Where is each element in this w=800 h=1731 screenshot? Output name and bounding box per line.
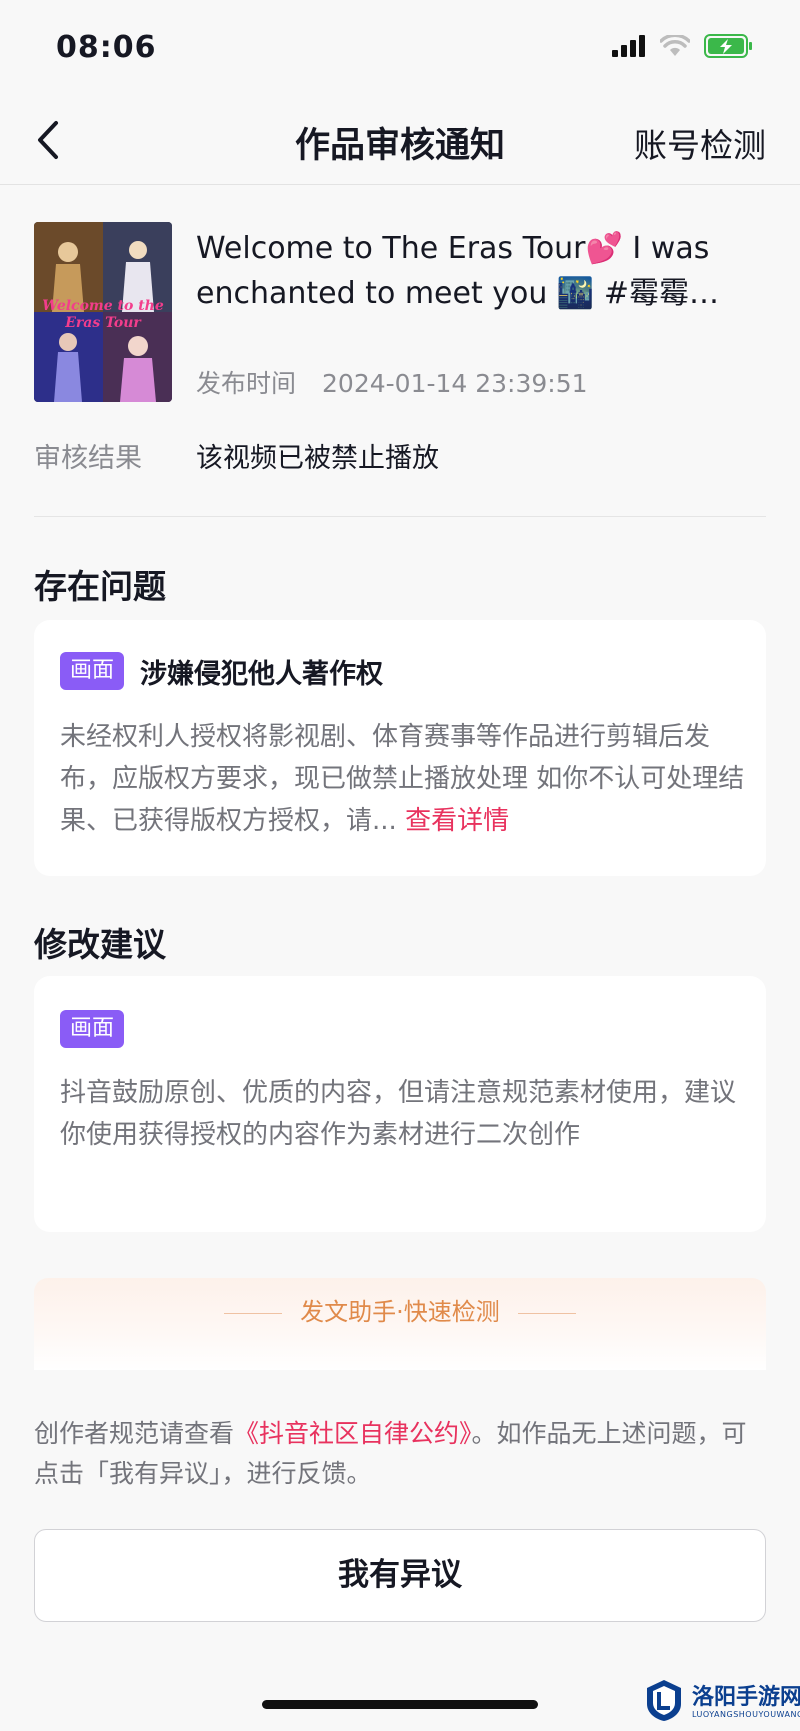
publish-label: 发布时间 (196, 369, 297, 398)
issues-section-title: 存在问题 (34, 567, 166, 606)
objection-button[interactable]: 我有异议 (34, 1529, 766, 1622)
account-check-button[interactable]: 账号检测 (634, 119, 766, 167)
review-result-value: 该视频已被禁止播放 (196, 443, 439, 474)
publish-assistant-card[interactable]: 发文助手·快速检测 (34, 1278, 766, 1370)
thumbnail-caption: Welcome to the Eras Tour (42, 298, 164, 331)
status-time: 08:06 (56, 30, 157, 65)
battery-charging-icon (704, 33, 754, 62)
watermark-sub: LUOYANGSHOUYOUWANG (692, 1709, 800, 1719)
suggestion-card: 画面 抖音鼓励原创、优质的内容，但请注意规范素材使用，建议你使用获得授权的内容作… (34, 976, 766, 1232)
view-details-link[interactable]: 查看详情 (405, 806, 509, 836)
publish-info: 发布时间 2024-01-14 23:39:51 (196, 364, 588, 400)
creator-guidelines-note: 创作者规范请查看《抖音社区自律公约》。如作品无上述问题，可点击「我有异议」，进行… (34, 1419, 747, 1488)
nav-bar: 作品审核通知 账号检测 (0, 95, 800, 185)
signal-icon (612, 34, 646, 61)
publish-assistant-title[interactable]: 发文助手·快速检测 (34, 1292, 766, 1327)
wifi-icon (659, 33, 691, 61)
issue-description: 未经权利人授权将影视剧、体育赛事等作品进行剪辑后发布，应版权方要求，现已做禁止播… (60, 722, 745, 836)
suggestion-tag: 画面 (60, 1010, 125, 1048)
review-result-label: 审核结果 (34, 443, 142, 474)
review-result: 审核结果 该视频已被禁止播放 (34, 436, 439, 475)
video-thumbnail[interactable]: Welcome to the Eras Tour (34, 222, 172, 402)
watermark-logo-icon (644, 1678, 684, 1726)
video-info: Welcome to the Eras Tour Welcome to The … (34, 222, 766, 404)
watermark-name: 洛阳手游网 (692, 1684, 800, 1710)
status-bar: 08:06 (0, 0, 800, 95)
status-icons (612, 33, 754, 62)
issue-title: 涉嫌侵犯他人著作权 (140, 659, 383, 690)
home-indicator (262, 1700, 538, 1709)
publish-time: 2024-01-14 23:39:51 (322, 369, 588, 398)
divider (34, 516, 766, 517)
suggestion-description: 抖音鼓励原创、优质的内容，但请注意规范素材使用，建议你使用获得授权的内容作为素材… (60, 1078, 737, 1150)
issue-tag: 画面 (60, 652, 125, 690)
suggestions-section-title: 修改建议 (34, 925, 166, 964)
video-title[interactable]: Welcome to The Eras Tour💕 I was enchante… (196, 226, 766, 316)
issue-card: 画面 涉嫌侵犯他人著作权 未经权利人授权将影视剧、体育赛事等作品进行剪辑后发布，… (34, 620, 766, 876)
community-convention-link[interactable]: 《抖音社区自律公约》 (234, 1419, 472, 1448)
site-watermark: 洛阳手游网 LUOYANGSHOUYOUWANG (644, 1676, 800, 1728)
